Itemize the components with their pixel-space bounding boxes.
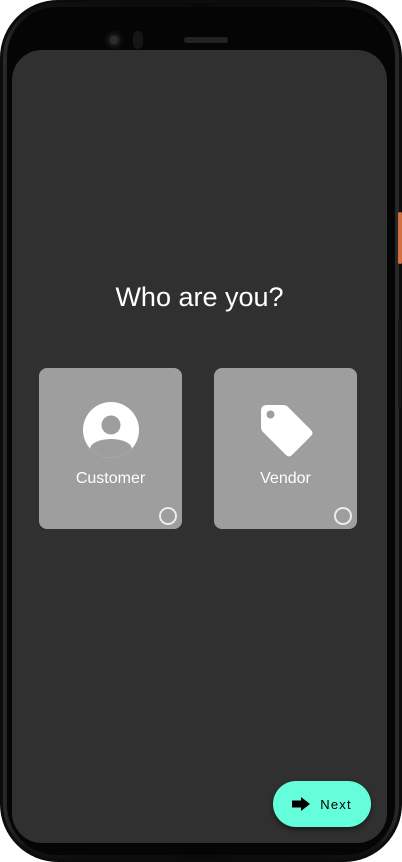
next-button[interactable]: Next xyxy=(273,781,371,827)
volume-button xyxy=(398,318,401,408)
earpiece-speaker xyxy=(184,37,228,43)
tag-icon xyxy=(261,405,313,457)
app-screen: Who are you? Customer Vendor Next xyxy=(12,50,387,843)
front-camera xyxy=(105,31,123,49)
next-button-label: Next xyxy=(320,796,352,812)
customer-option-card[interactable]: Customer xyxy=(39,368,182,529)
power-button xyxy=(398,212,402,264)
customer-radio[interactable] xyxy=(159,507,177,525)
arrow-right-icon xyxy=(292,797,311,811)
phone-frame: Who are you? Customer Vendor Next xyxy=(0,0,402,862)
vendor-option-label: Vendor xyxy=(260,470,311,487)
proximity-sensor xyxy=(133,31,143,49)
customer-option-label: Customer xyxy=(75,470,146,487)
vendor-radio[interactable] xyxy=(334,507,352,525)
page-title: Who are you? xyxy=(115,282,284,312)
vendor-option-card[interactable]: Vendor xyxy=(214,368,357,529)
account-circle-icon xyxy=(83,402,139,458)
